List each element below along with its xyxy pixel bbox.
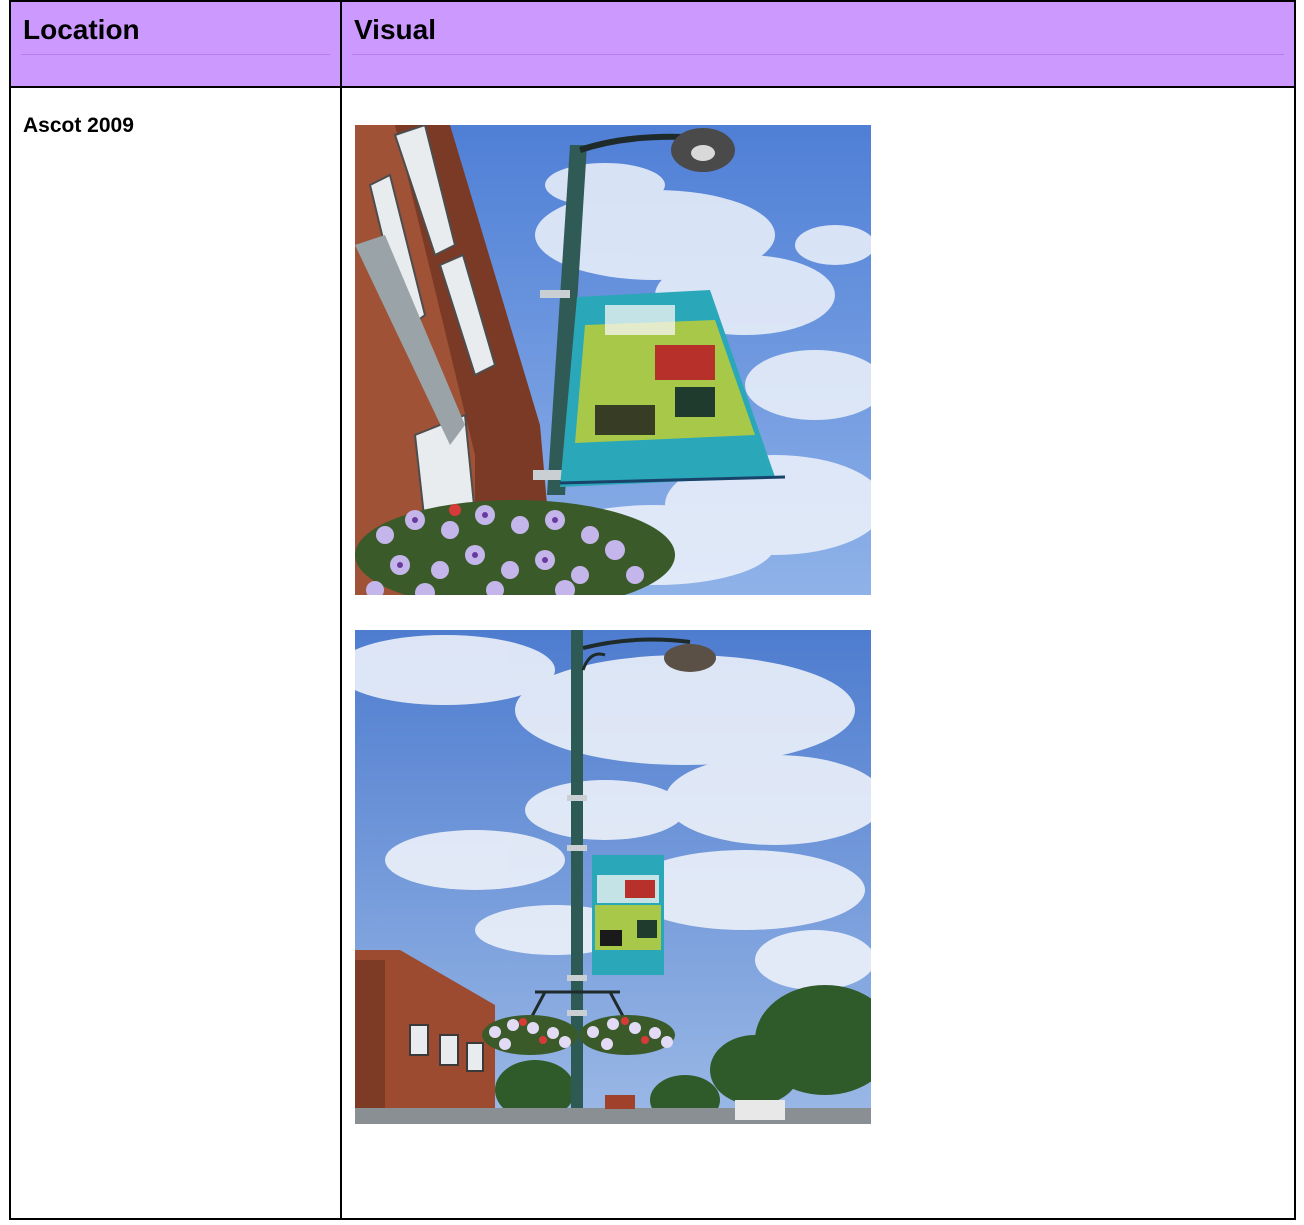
header-cell-location: Location: [9, 0, 342, 88]
table-row: Ascot 2009: [9, 86, 1296, 1220]
location-name: Ascot 2009: [23, 114, 134, 137]
visual-cell: [340, 86, 1296, 1220]
location-cell: Ascot 2009: [9, 86, 342, 1220]
location-visual-table: Location Visual Ascot 2009: [9, 0, 1296, 1220]
header-visual-label: Visual: [354, 14, 436, 45]
lamppost-banner-closeup-photo: [355, 125, 871, 595]
header-location-label: Location: [23, 14, 140, 45]
table-header-row: Location Visual: [9, 0, 1296, 88]
header-cell-visual: Visual: [340, 0, 1296, 88]
document-page: Location Visual Ascot 2009: [0, 0, 1304, 1225]
header-divider: [21, 54, 330, 55]
header-divider: [352, 54, 1284, 55]
lamppost-banner-street-photo: [355, 630, 871, 1124]
